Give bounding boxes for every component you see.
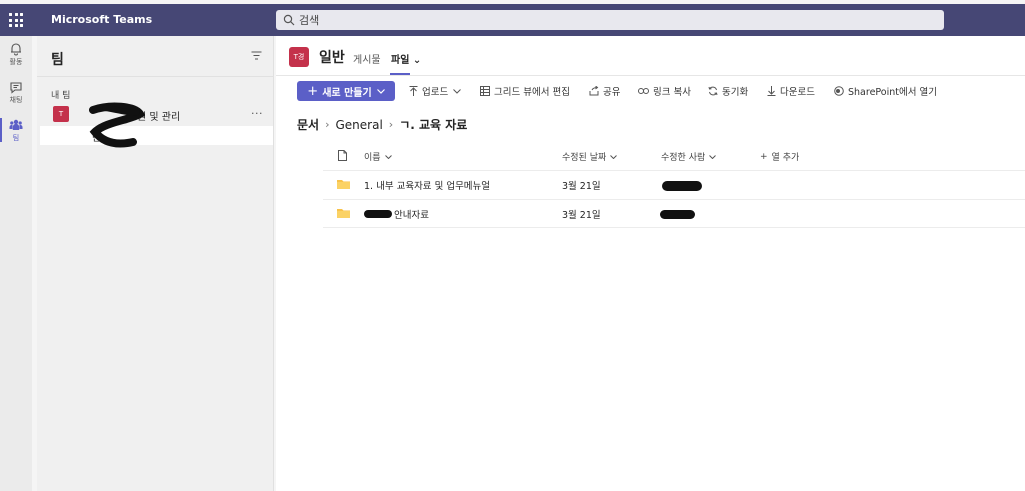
- app-rail: 활동 채팅 팀: [0, 36, 32, 491]
- row-divider: [323, 227, 1025, 228]
- chevron-down-icon: [709, 154, 717, 159]
- tab-posts[interactable]: 게시물: [353, 51, 381, 66]
- share-icon: [589, 86, 599, 96]
- new-button-label: 새로 만들기: [322, 87, 372, 99]
- new-button[interactable]: + 새로 만들기: [297, 81, 395, 101]
- share-button[interactable]: 공유: [589, 84, 620, 98]
- chevron-down-icon: [384, 154, 392, 159]
- file-name[interactable]: 1. 내부 교육자료 및 업무메뉴얼: [364, 178, 490, 192]
- chevron-down-icon: [610, 154, 618, 159]
- column-header-modified[interactable]: 수정된 날짜: [562, 150, 618, 163]
- folder-icon: [337, 180, 350, 189]
- teams-sidebar: 팀 내 팀 T 원 및 관리 ··· 반: [37, 36, 274, 491]
- upload-icon: [409, 86, 418, 96]
- add-column-button[interactable]: + 열 추가: [760, 150, 800, 164]
- download-label: 다운로드: [780, 87, 815, 98]
- redaction-mark: [662, 181, 702, 191]
- channel-item-general[interactable]: 반: [40, 126, 273, 145]
- breadcrumb-documents[interactable]: 문서: [297, 116, 319, 133]
- channel-title: 일반: [319, 50, 345, 66]
- rail-label-teams: 팀: [12, 134, 20, 142]
- download-button[interactable]: 다운로드: [767, 84, 815, 98]
- open-sharepoint-button[interactable]: SharePoint에서 열기: [834, 84, 937, 98]
- column-name-label: 이름: [364, 153, 381, 163]
- rail-item-teams[interactable]: 팀: [0, 118, 32, 143]
- redaction-mark: [364, 210, 392, 218]
- grid-view-edit-button[interactable]: 그리드 뷰에서 편집: [480, 84, 570, 98]
- breadcrumb-general[interactable]: General: [336, 118, 383, 132]
- team-item[interactable]: T 원 및 관리 ···: [37, 104, 273, 126]
- sync-button[interactable]: 동기화: [708, 84, 748, 98]
- search-input[interactable]: [299, 13, 899, 27]
- sidebar-divider: [37, 76, 273, 77]
- redaction-scribble: [89, 102, 145, 148]
- modified-date: 3월 21일: [562, 181, 601, 192]
- sync-label: 동기화: [722, 87, 749, 98]
- upload-button[interactable]: 업로드: [409, 84, 462, 98]
- link-icon: [638, 88, 649, 94]
- team-avatar: T: [53, 106, 69, 122]
- rail-label-activity: 활동: [9, 58, 23, 66]
- teams-icon: [9, 119, 23, 130]
- search-bar[interactable]: [276, 10, 944, 30]
- chat-icon: [10, 82, 22, 94]
- plus-icon: +: [760, 151, 768, 162]
- top-bar: Microsoft Teams: [0, 4, 1025, 36]
- column-modified-label: 수정된 날짜: [562, 153, 607, 163]
- grid-view-edit-label: 그리드 뷰에서 편집: [494, 87, 570, 98]
- sharepoint-icon: [834, 86, 844, 96]
- column-header-modified-by[interactable]: 수정한 사람: [661, 150, 717, 163]
- breadcrumb-current-folder: ㄱ. 교육 자료: [399, 118, 468, 132]
- chevron-right-icon: ›: [388, 118, 394, 131]
- chevron-down-icon: [453, 88, 462, 94]
- copy-link-label: 링크 복사: [653, 87, 691, 98]
- more-options-icon[interactable]: ···: [251, 107, 263, 120]
- chevron-right-icon: ›: [325, 118, 330, 131]
- plus-icon: +: [307, 83, 319, 99]
- modified-date: 3월 21일: [562, 210, 601, 221]
- file-type-icon: [338, 150, 347, 161]
- header-divider: [276, 75, 1025, 76]
- my-teams-label: 내 팀: [51, 91, 71, 101]
- app-title: Microsoft Teams: [51, 13, 153, 26]
- rail-label-chat: 채팅: [9, 96, 23, 104]
- tab-files[interactable]: 파일 ⌄: [391, 51, 421, 66]
- sync-icon: [708, 86, 718, 96]
- app-launcher-icon[interactable]: [9, 13, 23, 27]
- filter-icon[interactable]: [251, 51, 262, 60]
- share-label: 공유: [603, 87, 621, 98]
- file-name[interactable]: 안내자료: [394, 207, 429, 221]
- rail-item-activity[interactable]: 활동: [0, 42, 32, 67]
- rail-item-chat[interactable]: 채팅: [0, 80, 32, 105]
- upload-label: 업로드: [422, 87, 449, 98]
- bell-icon: [11, 43, 21, 56]
- table-row[interactable]: 안내자료 3월 21일: [323, 200, 1025, 228]
- open-sharepoint-label: SharePoint에서 열기: [848, 87, 937, 98]
- redaction-mark: [660, 210, 695, 219]
- download-icon: [767, 86, 776, 96]
- add-column-label: 열 추가: [771, 153, 800, 163]
- breadcrumb: 문서 › General › ㄱ. 교육 자료: [297, 116, 467, 133]
- copy-link-button[interactable]: 링크 복사: [638, 84, 691, 98]
- main-content: T경 일반 게시물 파일 ⌄ + 새로 만들기 업로드 그리드 뷰에서 편집 공…: [276, 36, 1025, 491]
- channel-avatar: T경: [289, 47, 309, 67]
- column-header-name[interactable]: 이름: [364, 150, 392, 163]
- grid-icon: [480, 86, 490, 96]
- sidebar-title: 팀: [51, 52, 64, 68]
- column-modified-by-label: 수정한 사람: [661, 153, 706, 163]
- table-row[interactable]: 1. 내부 교육자료 및 업무메뉴얼 3월 21일: [323, 171, 1025, 199]
- folder-icon: [337, 209, 350, 218]
- chevron-down-icon: [376, 88, 385, 94]
- search-icon: [283, 14, 295, 26]
